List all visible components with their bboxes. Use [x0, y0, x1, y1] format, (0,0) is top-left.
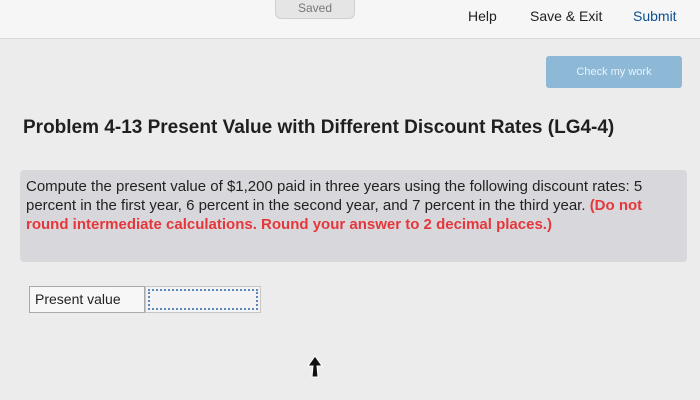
question-box: Compute the present value of $1,200 paid…	[20, 170, 687, 262]
check-my-work-button[interactable]: Check my work	[546, 56, 682, 88]
top-bar: Saved Help Save & Exit Submit	[0, 0, 700, 39]
question-text: Compute the present value of $1,200 paid…	[26, 178, 643, 214]
problem-title: Problem 4-13 Present Value with Differen…	[23, 117, 615, 138]
answer-row: Present value	[29, 286, 261, 313]
mouse-pointer-icon	[307, 355, 323, 378]
help-link[interactable]: Help	[468, 8, 497, 24]
submit-link[interactable]: Submit	[633, 8, 677, 24]
present-value-label: Present value	[29, 286, 145, 313]
save-exit-link[interactable]: Save & Exit	[530, 8, 602, 24]
saved-status-tab: Saved	[275, 0, 355, 19]
present-value-input[interactable]	[145, 286, 261, 313]
